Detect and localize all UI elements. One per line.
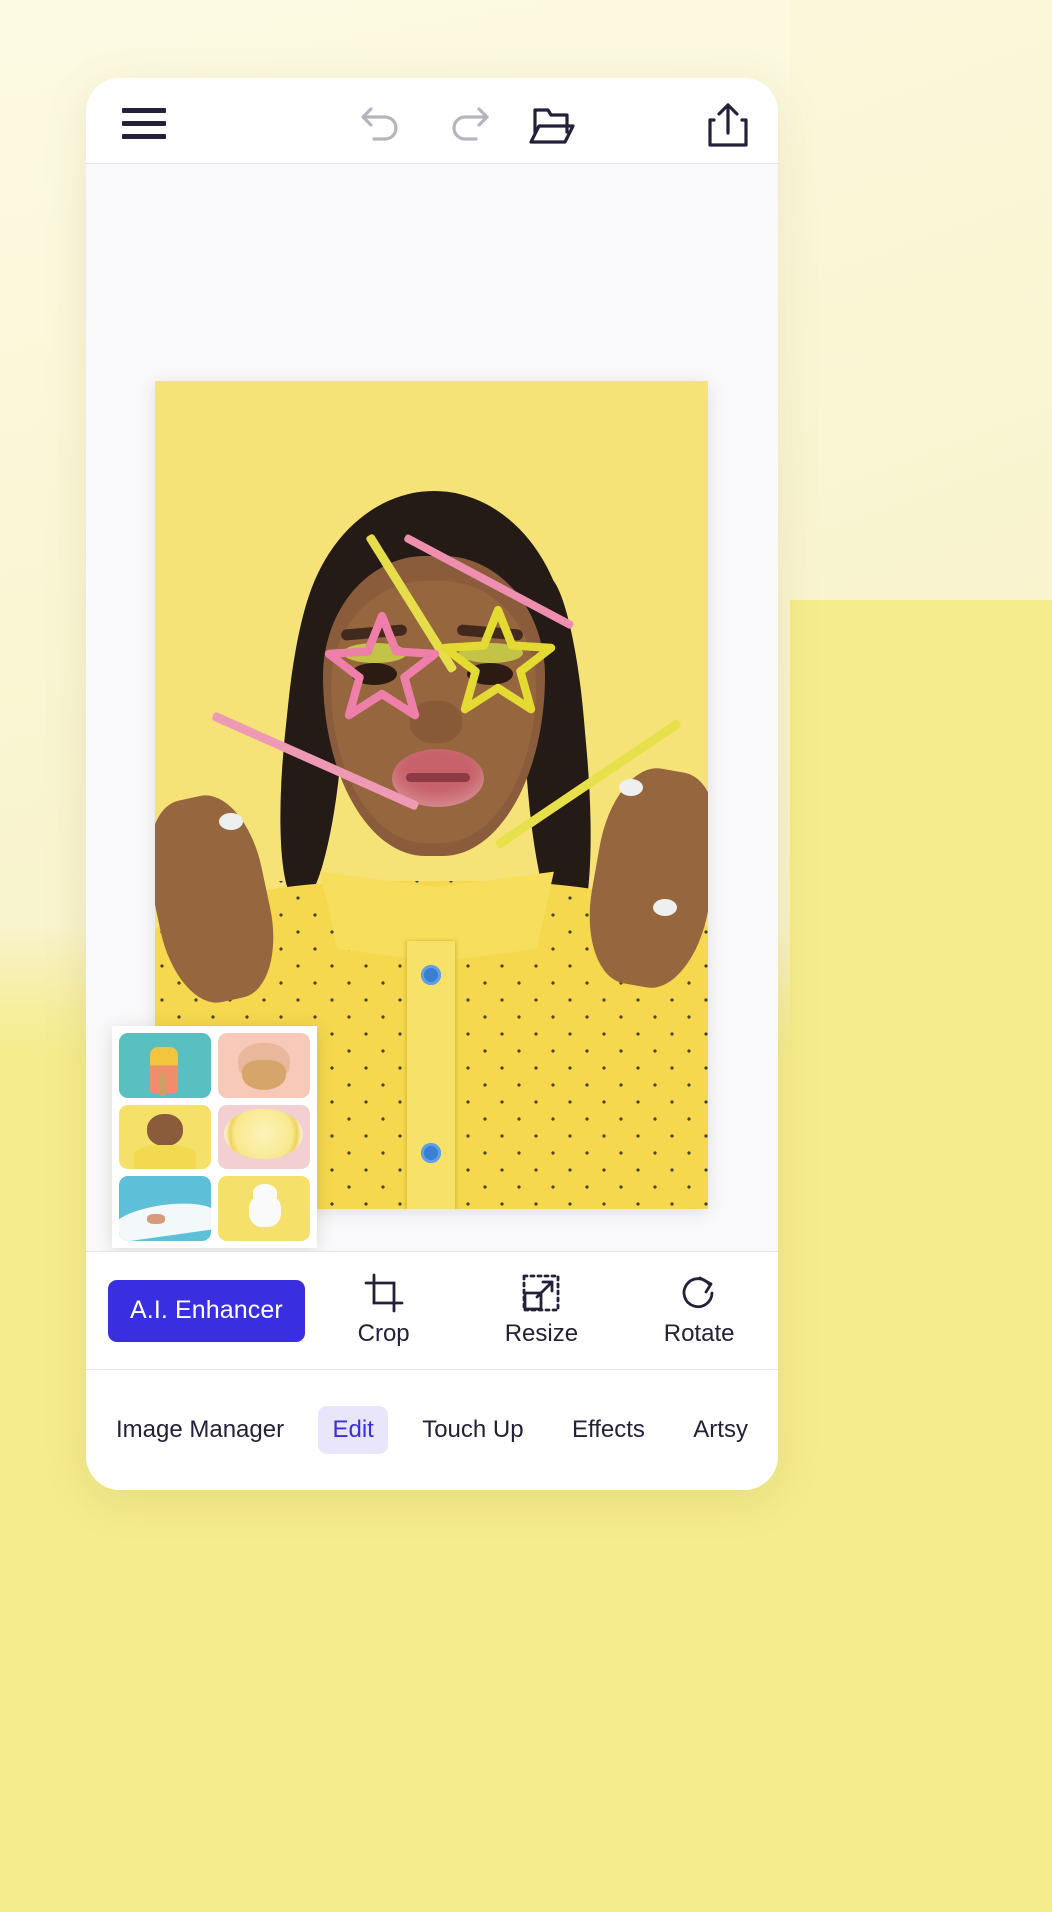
photo-fingernail (619, 779, 643, 796)
popsicle-thumbnail[interactable] (119, 1033, 211, 1098)
menu-bar (122, 108, 166, 113)
bearded-man-thumbnail[interactable] (218, 1033, 310, 1098)
open-folder-icon[interactable] (528, 102, 576, 148)
resize-icon (463, 1273, 621, 1313)
tab-effects[interactable]: Effects (558, 1406, 659, 1454)
resize-tool[interactable]: Resize (463, 1273, 621, 1348)
photo-fingernail (219, 813, 243, 830)
photo-star-straw-pink (324, 611, 440, 720)
background-yellow-right (770, 600, 1052, 1912)
photo-star-straw-yellow (440, 605, 556, 714)
share-icon[interactable] (706, 101, 750, 149)
photo-button (421, 1143, 441, 1163)
rabbit-thumbnail[interactable] (218, 1176, 310, 1241)
menu-icon[interactable] (122, 108, 166, 139)
photo-button (421, 965, 441, 985)
crop-icon (305, 1273, 463, 1313)
photo-fingernail (653, 899, 677, 916)
bottom-tab-bar: Image Manager Edit Touch Up Effects Arts… (86, 1370, 778, 1490)
undo-icon[interactable] (358, 103, 406, 147)
top-toolbar (86, 78, 778, 164)
rotate-label: Rotate (663, 1320, 735, 1347)
tab-edit[interactable]: Edit (318, 1406, 388, 1454)
menu-bar (122, 134, 166, 139)
resize-label: Resize (504, 1320, 579, 1347)
tab-image-manager[interactable]: Image Manager (102, 1406, 298, 1454)
menu-bar (122, 121, 166, 126)
lemon-thumbnail[interactable] (218, 1104, 310, 1170)
redo-icon[interactable] (444, 103, 492, 147)
rotate-tool[interactable]: Rotate (620, 1273, 778, 1348)
tab-touch-up[interactable]: Touch Up (408, 1406, 537, 1454)
crop-label: Crop (357, 1320, 410, 1347)
editor-canvas[interactable] (86, 164, 778, 1252)
phone-frame: A.I. Enhancer Crop Resize Rotate Image M… (86, 78, 778, 1490)
crop-tool[interactable]: Crop (305, 1273, 463, 1348)
tool-row: A.I. Enhancer Crop Resize Rotate (86, 1252, 778, 1370)
tab-artsy[interactable]: Artsy (679, 1406, 762, 1454)
ai-enhancer-button[interactable]: A.I. Enhancer (108, 1279, 305, 1342)
thumbnail-grid-overlay[interactable] (112, 1026, 317, 1248)
rotate-icon (620, 1273, 778, 1313)
surfer-thumbnail[interactable] (119, 1176, 211, 1241)
woman-straws-thumbnail[interactable] (119, 1104, 211, 1170)
